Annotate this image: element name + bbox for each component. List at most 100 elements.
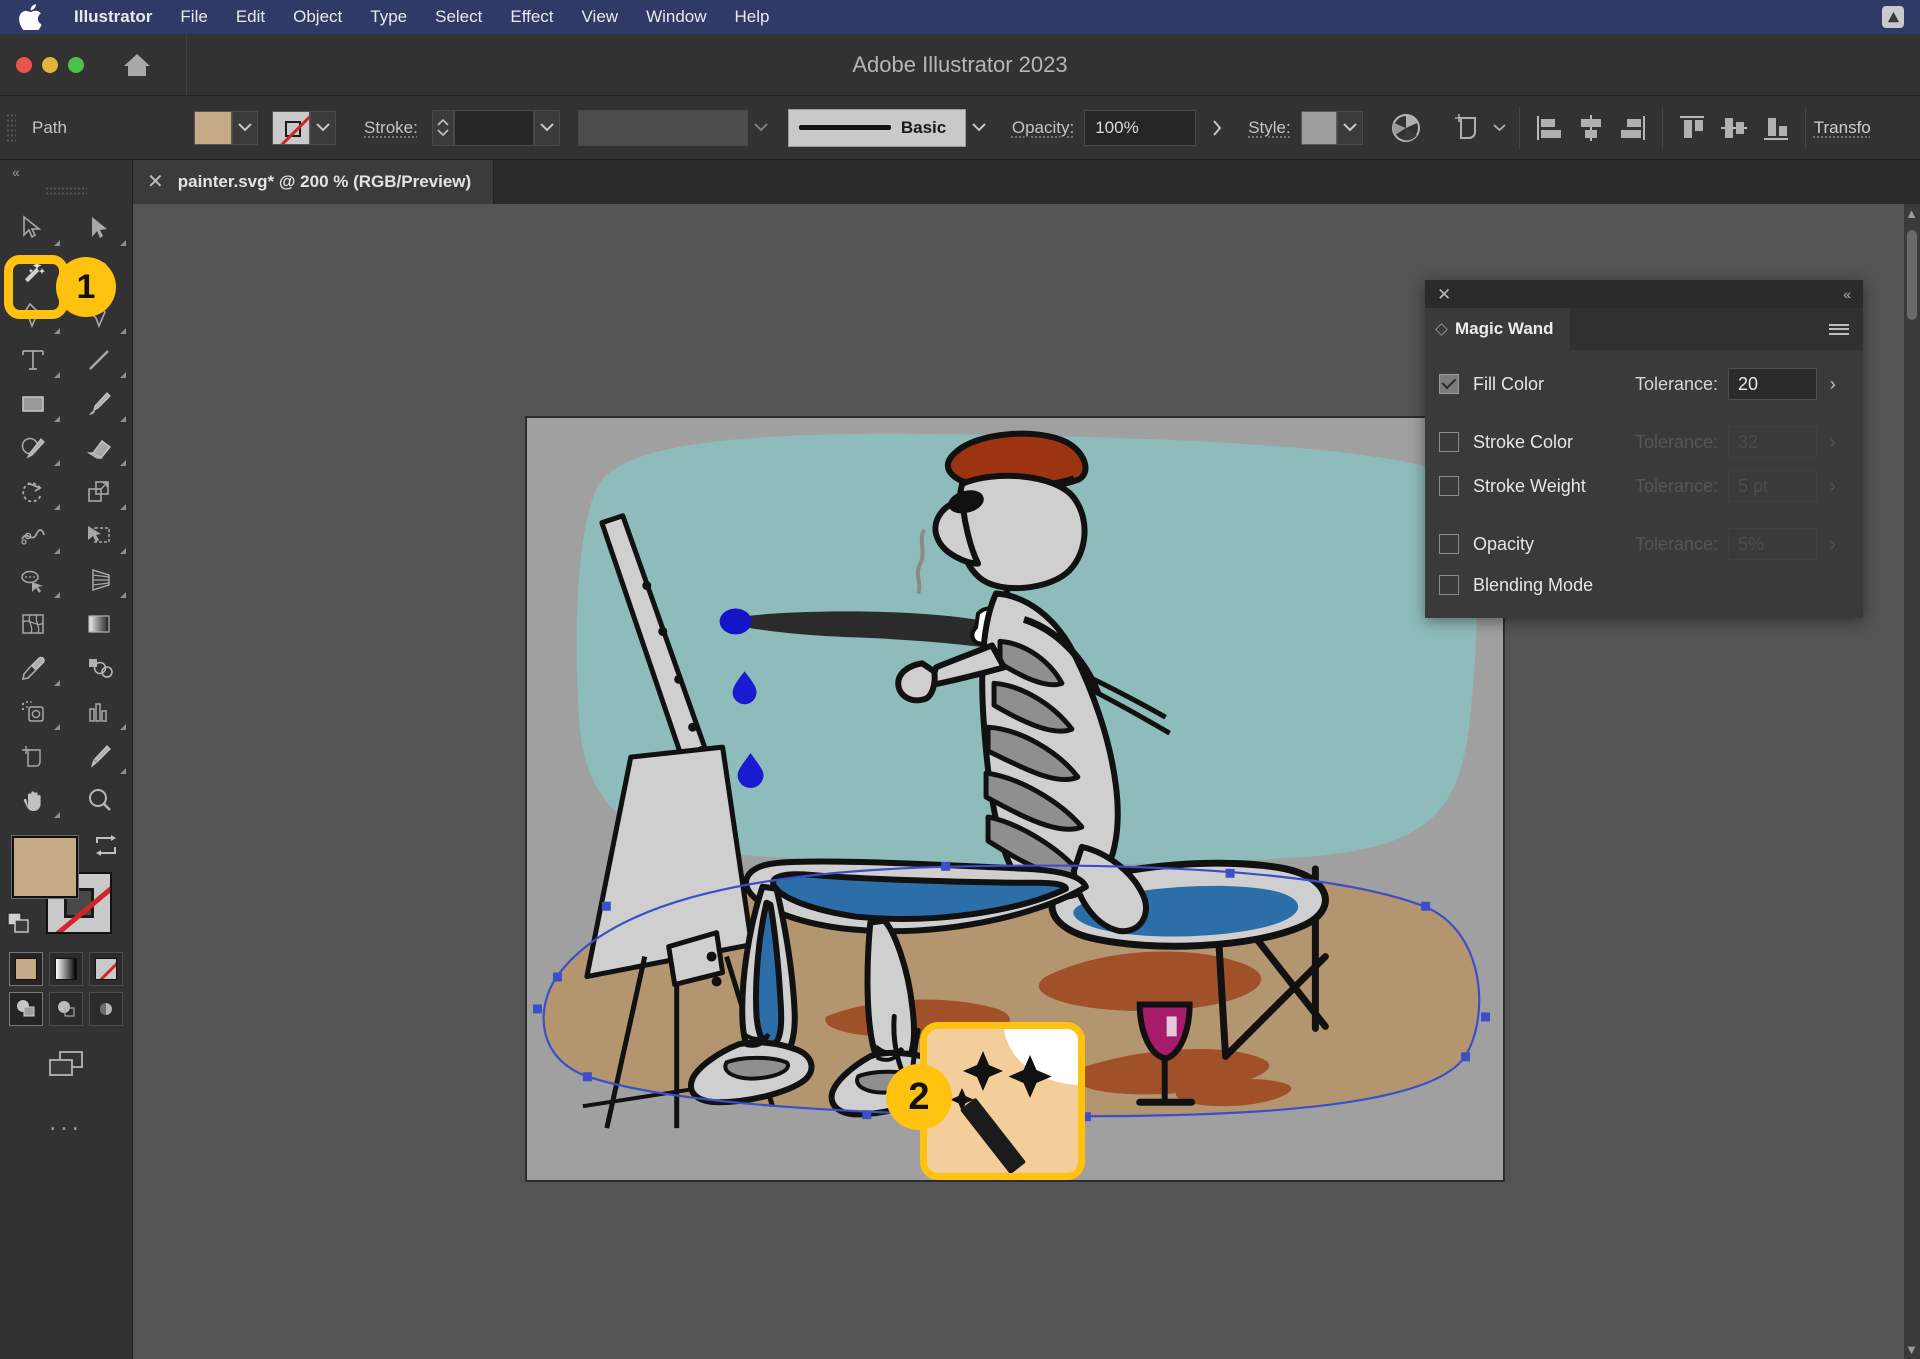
tool-artboard[interactable] xyxy=(0,734,66,778)
fill-color-tolerance-input[interactable]: 20 xyxy=(1728,368,1817,400)
creative-cloud-icon[interactable] xyxy=(1882,6,1904,28)
collapse-double-arrow-icon[interactable]: « xyxy=(1843,286,1851,302)
home-icon[interactable] xyxy=(114,42,160,88)
stroke-weight-input[interactable] xyxy=(453,109,534,146)
tool-eyedropper[interactable] xyxy=(0,646,66,690)
scroll-up-icon[interactable]: ▲ xyxy=(1905,206,1918,221)
row-stroke-color[interactable]: Stroke Color Tolerance: 32 › xyxy=(1425,420,1863,464)
none-mode-button[interactable] xyxy=(89,952,123,986)
magic-wand-panel[interactable]: ✕ « Magic Wand Fill Color Tolerance: 20 … xyxy=(1425,280,1863,618)
scrollbar-thumb[interactable] xyxy=(1907,230,1917,320)
minimize-window-button[interactable] xyxy=(42,56,58,73)
stroke-color-swatch[interactable] xyxy=(272,110,310,145)
tools-panel-grip[interactable] xyxy=(45,186,87,196)
align-top-icon[interactable] xyxy=(1671,106,1713,150)
tool-mesh[interactable] xyxy=(0,602,66,646)
fill-swatch-group[interactable] xyxy=(194,110,258,145)
align-bottom-icon[interactable] xyxy=(1755,106,1797,150)
brush-definition-dropdown[interactable]: Basic xyxy=(787,108,966,147)
graphic-style-dropdown[interactable] xyxy=(1336,110,1363,145)
close-panel-icon[interactable]: ✕ xyxy=(1437,286,1451,303)
fill-color-expand-caret-icon[interactable]: › xyxy=(1817,374,1849,395)
tool-type[interactable] xyxy=(0,338,66,382)
scroll-down-icon[interactable]: ▼ xyxy=(1905,1342,1918,1357)
tool-free-transform[interactable] xyxy=(66,514,132,558)
stroke-weight-checkbox[interactable] xyxy=(1439,476,1459,496)
stroke-weight-stepper[interactable] xyxy=(431,109,454,146)
stroke-color-checkbox[interactable] xyxy=(1439,432,1459,452)
tool-selection[interactable] xyxy=(0,206,66,250)
menu-type[interactable]: Type xyxy=(356,0,421,34)
menu-window[interactable]: Window xyxy=(632,0,720,34)
tool-scale[interactable] xyxy=(66,470,132,514)
tool-width[interactable] xyxy=(0,514,66,558)
apple-logo-icon[interactable] xyxy=(18,4,44,30)
row-blending-mode[interactable]: Blending Mode xyxy=(1425,566,1863,604)
menu-file[interactable]: File xyxy=(166,0,221,34)
tool-shape-builder[interactable] xyxy=(0,558,66,602)
fill-color-swatch[interactable] xyxy=(194,110,232,145)
fill-swatch-dropdown[interactable] xyxy=(232,110,258,145)
tool-direct-selection[interactable] xyxy=(66,206,132,250)
opacity-checkbox[interactable] xyxy=(1439,534,1459,554)
panel-menu-icon[interactable] xyxy=(1829,308,1863,350)
tool-slice[interactable] xyxy=(66,734,132,778)
edit-toolbar-button[interactable]: ... xyxy=(0,1106,132,1137)
draw-inside-button[interactable] xyxy=(89,992,123,1026)
artboard-transform-caret[interactable] xyxy=(1489,106,1511,150)
align-left-icon[interactable] xyxy=(1528,106,1570,150)
stroke-weight-dropdown[interactable] xyxy=(533,109,560,146)
toolbar-fill-swatch[interactable] xyxy=(12,836,78,898)
stroke-swatch-group[interactable] xyxy=(272,110,336,145)
tool-zoom[interactable] xyxy=(66,778,132,822)
row-opacity[interactable]: Opacity Tolerance: 5% › xyxy=(1425,522,1863,566)
draw-behind-button[interactable] xyxy=(49,992,83,1026)
change-screen-mode-button[interactable] xyxy=(0,1048,132,1082)
opacity-options-arrow[interactable] xyxy=(1196,106,1238,150)
close-window-button[interactable] xyxy=(16,56,32,73)
menu-edit[interactable]: Edit xyxy=(222,0,279,34)
brush-definition-caret[interactable] xyxy=(966,110,992,146)
tool-rotate[interactable] xyxy=(0,470,66,514)
menu-effect[interactable]: Effect xyxy=(496,0,567,34)
default-fill-stroke-icon[interactable] xyxy=(6,911,32,940)
row-fill-color[interactable]: Fill Color Tolerance: 20 › xyxy=(1425,362,1863,406)
vertical-scrollbar[interactable]: ▲ ▼ xyxy=(1904,204,1920,1359)
variable-width-profile[interactable] xyxy=(577,109,748,146)
color-mode-button[interactable] xyxy=(9,952,43,986)
tool-eraser[interactable] xyxy=(66,426,132,470)
graphic-style-swatch[interactable] xyxy=(1300,110,1337,145)
variable-width-dropdown[interactable] xyxy=(748,110,774,146)
align-right-icon[interactable] xyxy=(1612,106,1654,150)
maximize-window-button[interactable] xyxy=(68,56,84,73)
tool-line-segment[interactable] xyxy=(66,338,132,382)
tool-rectangle[interactable] xyxy=(0,382,66,426)
tab-magic-wand[interactable]: Magic Wand xyxy=(1425,308,1570,350)
gradient-mode-button[interactable] xyxy=(49,952,83,986)
tool-hand[interactable] xyxy=(0,778,66,822)
tool-blend[interactable] xyxy=(66,646,132,690)
tool-column-graph[interactable] xyxy=(66,690,132,734)
tool-perspective-grid[interactable] xyxy=(66,558,132,602)
align-horizontal-center-icon[interactable] xyxy=(1570,106,1612,150)
tool-symbol-sprayer[interactable] xyxy=(0,690,66,734)
tool-gradient[interactable] xyxy=(66,602,132,646)
tool-paintbrush[interactable] xyxy=(66,382,132,426)
collapse-panel-icon[interactable]: « xyxy=(0,160,132,180)
canvas-area[interactable]: 2 ✕ « Magic Wand Fill Color Tolerance: 2… xyxy=(133,204,1920,1359)
menu-view[interactable]: View xyxy=(568,0,633,34)
document-tab[interactable]: ✕ painter.svg* @ 200 % (RGB/Preview) xyxy=(133,160,495,204)
recolor-artwork-icon[interactable] xyxy=(1385,106,1427,150)
menu-help[interactable]: Help xyxy=(721,0,784,34)
control-bar-grip[interactable] xyxy=(6,112,16,143)
tool-shaper[interactable] xyxy=(0,426,66,470)
align-vertical-center-icon[interactable] xyxy=(1713,106,1755,150)
close-tab-icon[interactable]: ✕ xyxy=(147,172,164,192)
draw-normal-button[interactable] xyxy=(9,992,43,1026)
blending-mode-checkbox[interactable] xyxy=(1439,575,1459,595)
transform-label[interactable]: Transfo xyxy=(1814,118,1871,138)
menu-select[interactable]: Select xyxy=(421,0,496,34)
opacity-input[interactable]: 100% xyxy=(1084,109,1197,146)
row-stroke-weight[interactable]: Stroke Weight Tolerance: 5 pt › xyxy=(1425,464,1863,508)
swap-fill-stroke-icon[interactable] xyxy=(93,834,119,863)
